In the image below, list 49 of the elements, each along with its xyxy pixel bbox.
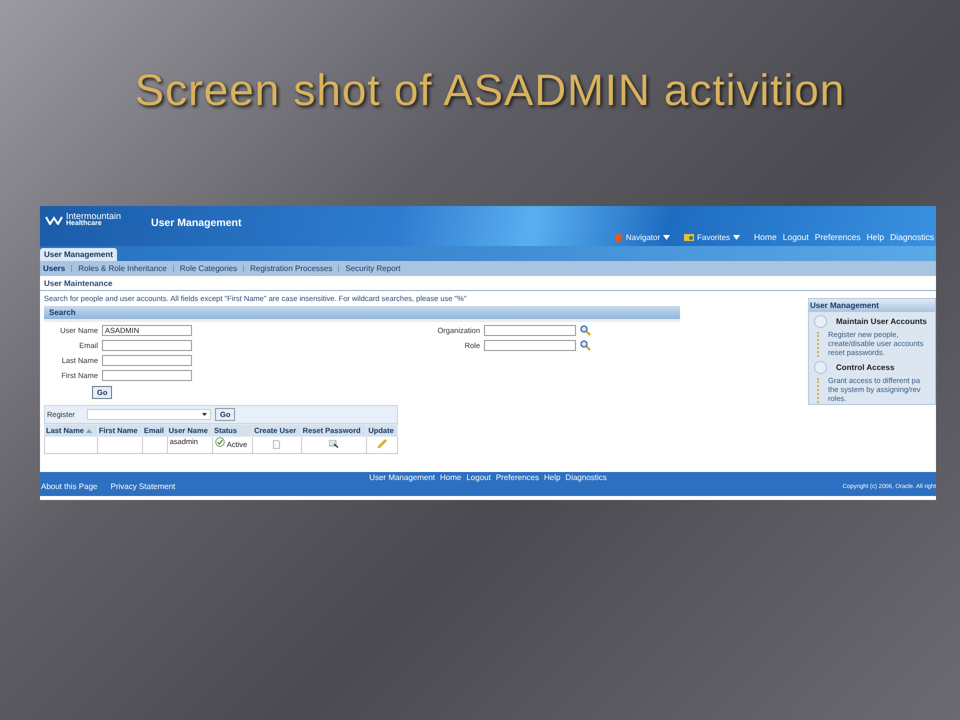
input-field[interactable] <box>484 340 576 351</box>
logo-icon <box>45 215 63 225</box>
header-link[interactable]: Logout <box>782 232 809 242</box>
subtab[interactable]: Users <box>43 264 72 273</box>
house-icon <box>614 232 623 242</box>
caret-icon <box>733 234 740 240</box>
circle-icon <box>814 361 827 374</box>
search-icon[interactable] <box>580 340 591 351</box>
side-panel-header: User Management <box>809 299 935 312</box>
caret-icon <box>202 413 207 416</box>
search-icon[interactable] <box>580 325 591 336</box>
side-item-title[interactable]: Control Access <box>836 363 894 372</box>
input-field[interactable] <box>102 370 192 381</box>
register-dropdown[interactable] <box>87 409 211 420</box>
side-item-title[interactable]: Maintain User Accounts <box>836 317 927 326</box>
footer-link[interactable]: Diagnostics <box>565 473 607 482</box>
subtab[interactable]: Roles & Role Inheritance <box>72 264 173 273</box>
header-link[interactable]: Home <box>754 232 777 242</box>
subtab[interactable]: Security Report <box>339 264 407 273</box>
logo-text: Intermountain <box>66 212 122 220</box>
tab[interactable]: User Management <box>40 248 117 261</box>
header-link[interactable]: Diagnostics <box>890 232 934 242</box>
checkmark-icon <box>215 437 226 447</box>
footer-link[interactable]: About this Page <box>41 482 98 491</box>
folder-icon <box>684 233 694 241</box>
pencil-icon[interactable] <box>377 439 388 449</box>
document-icon[interactable] <box>273 440 280 449</box>
slide-title: Screen shot of ASADMIN activition <box>134 65 846 116</box>
footer-link[interactable]: Preferences <box>496 473 539 482</box>
footer-link[interactable]: Home <box>440 473 462 482</box>
app-title: User Management <box>151 217 242 229</box>
search-header: Search <box>44 306 680 322</box>
footer-link[interactable]: User Management <box>369 473 436 482</box>
circle-icon <box>814 315 827 328</box>
caret-icon <box>663 234 670 240</box>
footer-link[interactable]: Privacy Statement <box>110 482 176 491</box>
input-field[interactable] <box>484 325 576 336</box>
input-field[interactable] <box>102 340 192 351</box>
subtab[interactable]: Role Categories <box>174 264 244 273</box>
header-link[interactable]: Help <box>866 232 884 242</box>
subtab[interactable]: Registration Processes <box>244 264 338 273</box>
footer-link[interactable]: Help <box>544 473 560 482</box>
menu-link[interactable]: Favorites <box>684 232 740 242</box>
header-link[interactable]: Preferences <box>814 232 861 242</box>
menu-link[interactable]: Navigator <box>614 232 670 242</box>
input-field[interactable] <box>102 355 192 366</box>
key-grid-icon[interactable] <box>329 440 339 448</box>
footer-link[interactable]: Logout <box>466 473 491 482</box>
page-title: User Maintenance <box>40 276 936 291</box>
